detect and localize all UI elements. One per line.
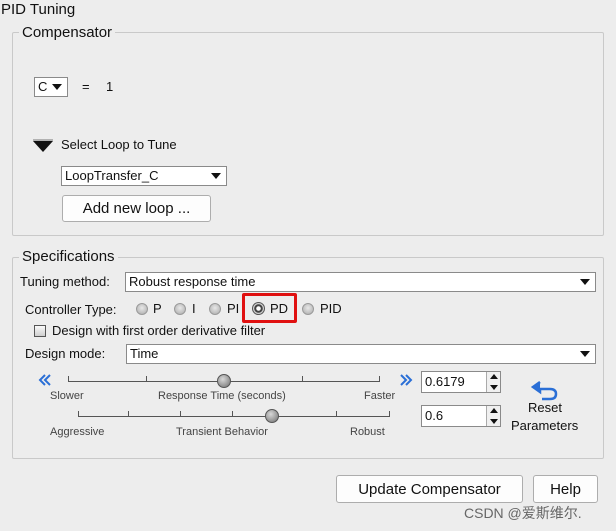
select-loop-label: Select Loop to Tune: [61, 137, 177, 152]
spin-down-icon[interactable]: [490, 419, 498, 424]
loop-select-value: LoopTransfer_C: [65, 168, 159, 183]
radio-p[interactable]: [136, 303, 148, 315]
radio-pd[interactable]: [252, 302, 265, 315]
tick: [336, 411, 337, 417]
spin-up-icon[interactable]: [490, 374, 498, 379]
update-compensator-button[interactable]: Update Compensator: [336, 475, 523, 503]
chevron-down-icon: [52, 84, 62, 90]
response-time-spinner[interactable]: [486, 372, 500, 392]
radio-pid-label: PID: [320, 301, 342, 316]
compensator-select[interactable]: C: [34, 77, 68, 97]
tick: [302, 376, 303, 382]
collapse-triangle-icon[interactable]: [32, 139, 54, 153]
chevron-down-icon: [580, 351, 590, 357]
faster-label: Faster: [364, 390, 396, 402]
tuning-method-value: Robust response time: [129, 274, 256, 289]
reset-parameters-button[interactable]: Reset Parameters: [506, 378, 584, 436]
watermark: CSDN @爱斯维尔.: [464, 505, 582, 521]
transient-behavior-field[interactable]: 0.6: [421, 405, 501, 427]
tick: [78, 411, 79, 417]
tick: [379, 376, 380, 382]
radio-i[interactable]: [174, 303, 186, 315]
equals-sign: =: [82, 79, 90, 94]
tick: [389, 411, 390, 417]
derivative-filter-checkbox[interactable]: [34, 325, 46, 337]
transient-behavior-track[interactable]: [78, 416, 390, 417]
radio-pd-label: PD: [270, 301, 289, 316]
reset-label: Reset: [528, 400, 562, 415]
tick: [232, 411, 233, 417]
spin-up-icon[interactable]: [490, 408, 498, 413]
radio-pi[interactable]: [209, 303, 221, 315]
radio-p-label: P: [153, 301, 162, 316]
tick: [68, 376, 69, 382]
radio-pi-label: PI: [227, 301, 240, 316]
faster-arrow-icon[interactable]: [399, 374, 413, 386]
design-mode-select[interactable]: Time: [126, 344, 596, 364]
loop-select[interactable]: LoopTransfer_C: [61, 166, 227, 186]
response-time-label: Response Time (seconds): [158, 390, 286, 402]
controller-type-label: Controller Type:: [25, 302, 117, 317]
window-title: PID Tuning: [0, 0, 616, 20]
aggressive-label: Aggressive: [50, 426, 105, 438]
transient-behavior-thumb[interactable]: [265, 409, 279, 423]
transient-behavior-label: Transient Behavior: [176, 426, 268, 438]
specifications-title: Specifications: [19, 248, 118, 266]
chevron-down-icon: [211, 173, 221, 179]
chevron-down-icon: [580, 279, 590, 285]
design-mode-value: Time: [130, 346, 159, 361]
tick: [180, 411, 181, 417]
parameters-label: Parameters: [511, 418, 579, 433]
compensator-value: 1: [106, 79, 114, 94]
compensator-title: Compensator: [19, 24, 116, 42]
response-time-value: 0.6179: [425, 374, 465, 389]
help-button[interactable]: Help: [533, 475, 598, 503]
response-time-field[interactable]: 0.6179: [421, 371, 501, 393]
robust-label: Robust: [350, 426, 385, 438]
radio-i-label: I: [192, 301, 196, 316]
compensator-select-value: C: [38, 79, 48, 94]
tuning-method-label: Tuning method:: [20, 274, 110, 289]
transient-behavior-spinner[interactable]: [486, 406, 500, 426]
undo-arrow-icon: [530, 380, 558, 401]
radio-pid[interactable]: [302, 303, 314, 315]
design-mode-label: Design mode:: [25, 346, 106, 361]
derivative-filter-label: Design with first order derivative filte…: [52, 323, 266, 338]
spin-down-icon[interactable]: [490, 385, 498, 390]
tick: [146, 376, 147, 382]
tick: [128, 411, 129, 417]
transient-behavior-value: 0.6: [425, 408, 444, 423]
slower-arrow-icon[interactable]: [38, 374, 52, 386]
slower-label: Slower: [50, 390, 84, 402]
add-new-loop-button[interactable]: Add new loop ...: [62, 195, 211, 222]
response-time-thumb[interactable]: [217, 374, 231, 388]
tuning-method-select[interactable]: Robust response time: [125, 272, 596, 292]
